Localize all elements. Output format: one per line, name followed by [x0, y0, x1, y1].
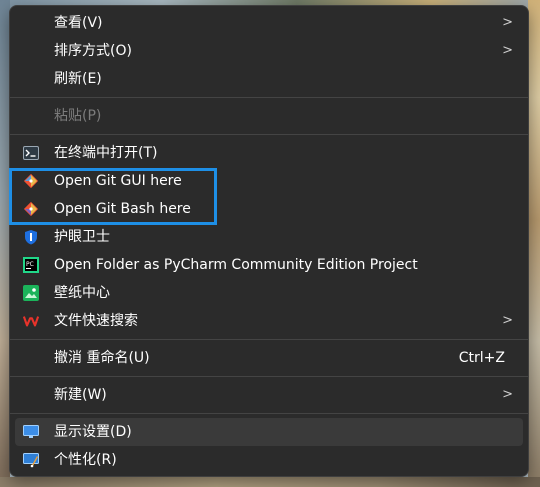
menu-separator: [10, 134, 528, 135]
menu-separator: [10, 97, 528, 98]
menu-item-view[interactable]: 查看(V) >: [15, 9, 523, 37]
menu-item-label: 查看(V): [54, 15, 103, 31]
menu-item-label: 排序方式(O): [54, 43, 132, 59]
menu-item-label: 个性化(R): [54, 452, 117, 468]
menu-item-label: 粘贴(P): [54, 108, 102, 124]
wps-search-icon: [23, 313, 39, 329]
menu-item-paste: 粘贴(P): [15, 102, 523, 130]
desktop-context-menu: 查看(V) > 排序方式(O) > 刷新(E) 粘贴(P) 在终端中打开(T): [9, 5, 529, 477]
personalize-icon: [23, 452, 39, 468]
menu-item-eye-guard[interactable]: 护眼卫士: [15, 223, 523, 251]
menu-item-undo-rename[interactable]: 撤消 重命名(U) Ctrl+Z: [15, 344, 523, 372]
menu-item-personalize[interactable]: 个性化(R): [15, 446, 523, 474]
desktop-wallpaper-right: [528, 0, 540, 487]
menu-item-display-settings[interactable]: 显示设置(D): [15, 418, 523, 446]
menu-item-wallpaper-center[interactable]: 壁纸中心: [15, 279, 523, 307]
menu-item-label: 撤消 重命名(U): [54, 350, 150, 366]
submenu-chevron-icon: >: [502, 15, 513, 30]
pycharm-icon: PC: [23, 257, 39, 273]
menu-separator: [10, 339, 528, 340]
git-items-highlight-box: [9, 168, 217, 225]
menu-item-label: 显示设置(D): [54, 424, 132, 440]
shortcut-label: Ctrl+Z: [458, 350, 505, 366]
submenu-chevron-icon: >: [502, 313, 513, 328]
menu-item-label: 护眼卫士: [54, 229, 110, 245]
menu-item-file-quick-search[interactable]: 文件快速搜索 >: [15, 307, 523, 335]
desktop-wallpaper-bottom: [0, 477, 540, 487]
menu-separator: [10, 413, 528, 414]
menu-item-sort[interactable]: 排序方式(O) >: [15, 37, 523, 65]
menu-item-label: 文件快速搜索: [54, 313, 138, 329]
submenu-chevron-icon: >: [502, 43, 513, 58]
menu-separator: [10, 376, 528, 377]
terminal-icon: [23, 145, 39, 161]
menu-item-label: 在终端中打开(T): [54, 145, 158, 161]
menu-item-label: Open Folder as PyCharm Community Edition…: [54, 257, 418, 273]
menu-item-label: 新建(W): [54, 387, 107, 403]
eye-guard-icon: [23, 229, 39, 245]
menu-item-label: 刷新(E): [54, 71, 102, 87]
wallpaper-center-icon: [23, 285, 39, 301]
menu-item-new[interactable]: 新建(W) >: [15, 381, 523, 409]
svg-text:PC: PC: [26, 261, 34, 268]
submenu-chevron-icon: >: [502, 387, 513, 402]
menu-item-open-in-terminal[interactable]: 在终端中打开(T): [15, 139, 523, 167]
menu-item-refresh[interactable]: 刷新(E): [15, 65, 523, 93]
menu-item-label: 壁纸中心: [54, 285, 110, 301]
display-settings-icon: [23, 424, 39, 440]
menu-item-open-pycharm-project[interactable]: PC Open Folder as PyCharm Community Edit…: [15, 251, 523, 279]
